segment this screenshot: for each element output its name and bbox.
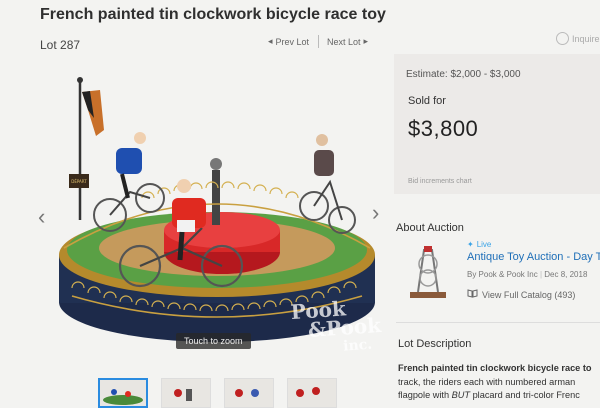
flag-sign-text: DÉPART [71, 179, 87, 184]
thumbnail-1[interactable] [98, 378, 148, 408]
bid-increments-link[interactable]: Bid increments chart [408, 178, 472, 185]
description-line-3: flagpole with BUT placard and tri-color … [398, 390, 580, 400]
lot-description-text: French painted tin clockwork bicycle rac… [398, 362, 600, 403]
page-title: French painted tin clockwork bicycle rac… [40, 6, 386, 23]
auction-byline[interactable]: By Pook & Pook Inc [467, 270, 538, 279]
auction-thumbnail[interactable] [404, 240, 452, 302]
sold-price: $3,800 [408, 116, 479, 141]
chevron-left-icon: ◂ [268, 36, 273, 46]
inquire-button[interactable]: Inquire [556, 32, 600, 45]
thumbnail-strip [98, 378, 337, 408]
live-icon: ✦ [467, 240, 474, 249]
inquire-icon [556, 32, 569, 45]
about-auction-heading: About Auction [396, 222, 464, 234]
view-catalog-link[interactable]: View Full Catalog (493) [467, 289, 575, 300]
prev-lot-label: Prev Lot [275, 36, 310, 47]
next-lot-link[interactable]: Next Lot ▸ [327, 36, 368, 47]
description-line-2: track, the riders each with numbered arm… [398, 376, 576, 387]
thumbnail-4[interactable] [287, 378, 337, 408]
auction-date: Dec 8, 2018 [544, 270, 588, 279]
auction-name-link[interactable]: Antique Toy Auction - Day Two [467, 251, 600, 263]
inquire-label: Inquire [572, 33, 600, 44]
book-icon [467, 289, 478, 300]
chevron-right-icon: ▸ [363, 36, 369, 46]
lot-description-heading: Lot Description [398, 338, 472, 350]
section-divider [396, 322, 600, 323]
description-line-1: French painted tin clockwork bicycle rac… [398, 363, 592, 373]
prev-lot-link[interactable]: ◂ Prev Lot [268, 36, 309, 47]
sold-for-label: Sold for [408, 95, 446, 107]
gallery-prev-arrow-icon[interactable]: ‹ [38, 204, 45, 230]
pook-watermark: Pook &Pook inc. [289, 296, 382, 355]
lot-number: Lot 287 [40, 38, 81, 52]
thumbnail-3[interactable] [224, 378, 274, 408]
touch-to-zoom-badge: Touch to zoom [176, 333, 251, 349]
estimate-text: Estimate: $2,000 - $3,000 [406, 69, 521, 80]
auction-meta: By Pook & Pook Inc | Dec 8, 2018 [467, 270, 588, 279]
rider-grey [299, 134, 356, 234]
thumbnail-2[interactable] [161, 378, 211, 408]
nav-divider [318, 35, 319, 48]
next-lot-label: Next Lot [327, 36, 361, 47]
live-badge: ✦ Live [467, 240, 492, 249]
